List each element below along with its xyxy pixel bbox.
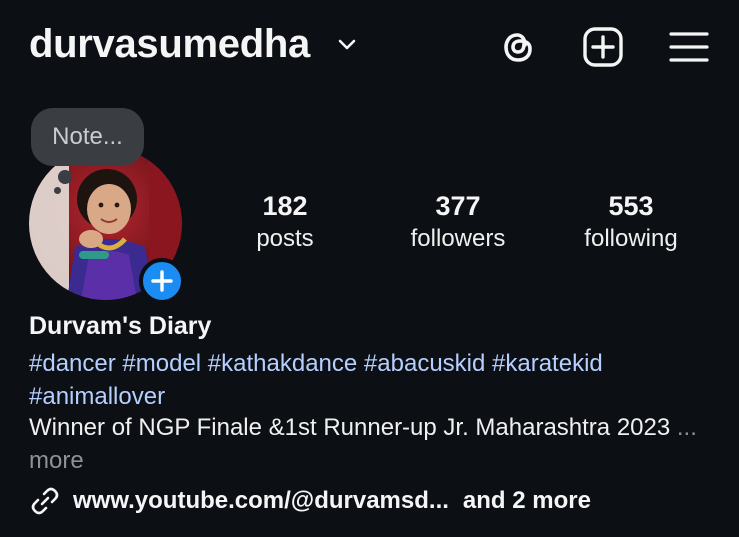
followers-stat[interactable]: 377 followers	[383, 190, 533, 256]
username-switcher[interactable]: durvasumedha	[29, 22, 310, 67]
posts-count: 182	[262, 191, 308, 221]
hashtag-link[interactable]: #karatekid	[492, 350, 603, 377]
note-placeholder: Note...	[52, 123, 123, 150]
following-count: 553	[608, 191, 654, 221]
menu-icon[interactable]	[666, 24, 712, 70]
profile-page: durvasumedha Note... 182 posts 377 follo…	[0, 0, 739, 537]
create-plus-icon[interactable]	[580, 24, 626, 70]
hashtag-list: #dancer #model #kathakdance #abacuskid #…	[29, 347, 719, 413]
followers-count: 377	[435, 191, 481, 221]
hashtag-link[interactable]: #abacuskid	[364, 350, 492, 377]
chevron-down-icon[interactable]	[337, 38, 357, 52]
more-links-button[interactable]: and 2 more	[463, 487, 591, 515]
bio-body: Winner of NGP Finale &1st Runner-up Jr. …	[29, 414, 671, 441]
bio-more-button[interactable]: more	[29, 447, 84, 474]
bio-text: Winner of NGP Finale &1st Runner-up Jr. …	[29, 411, 719, 477]
following-stat[interactable]: 553 following	[556, 190, 706, 256]
bio-ellipsis: ...	[670, 414, 697, 441]
note-tail-dot	[58, 170, 72, 184]
hashtag-link[interactable]: #model	[122, 350, 207, 377]
following-label: following	[584, 225, 678, 252]
hashtag-link[interactable]: #animallover	[29, 383, 165, 410]
hashtag-link[interactable]: #dancer	[29, 350, 122, 377]
bio-link[interactable]: www.youtube.com/@durvamsd...	[73, 487, 449, 515]
note-bubble[interactable]: Note...	[31, 108, 144, 166]
posts-label: posts	[256, 225, 314, 252]
threads-icon[interactable]	[495, 24, 541, 70]
followers-label: followers	[410, 225, 506, 252]
add-story-button[interactable]	[139, 258, 185, 304]
display-name: Durvam's Diary	[29, 312, 212, 340]
link-icon	[31, 487, 59, 515]
posts-stat[interactable]: 182 posts	[210, 190, 360, 256]
note-tail-dot	[54, 187, 61, 194]
hashtag-link[interactable]: #kathakdance	[208, 350, 364, 377]
profile-header: durvasumedha	[0, 0, 739, 100]
bio-links[interactable]: www.youtube.com/@durvamsd... and 2 more	[29, 483, 591, 519]
